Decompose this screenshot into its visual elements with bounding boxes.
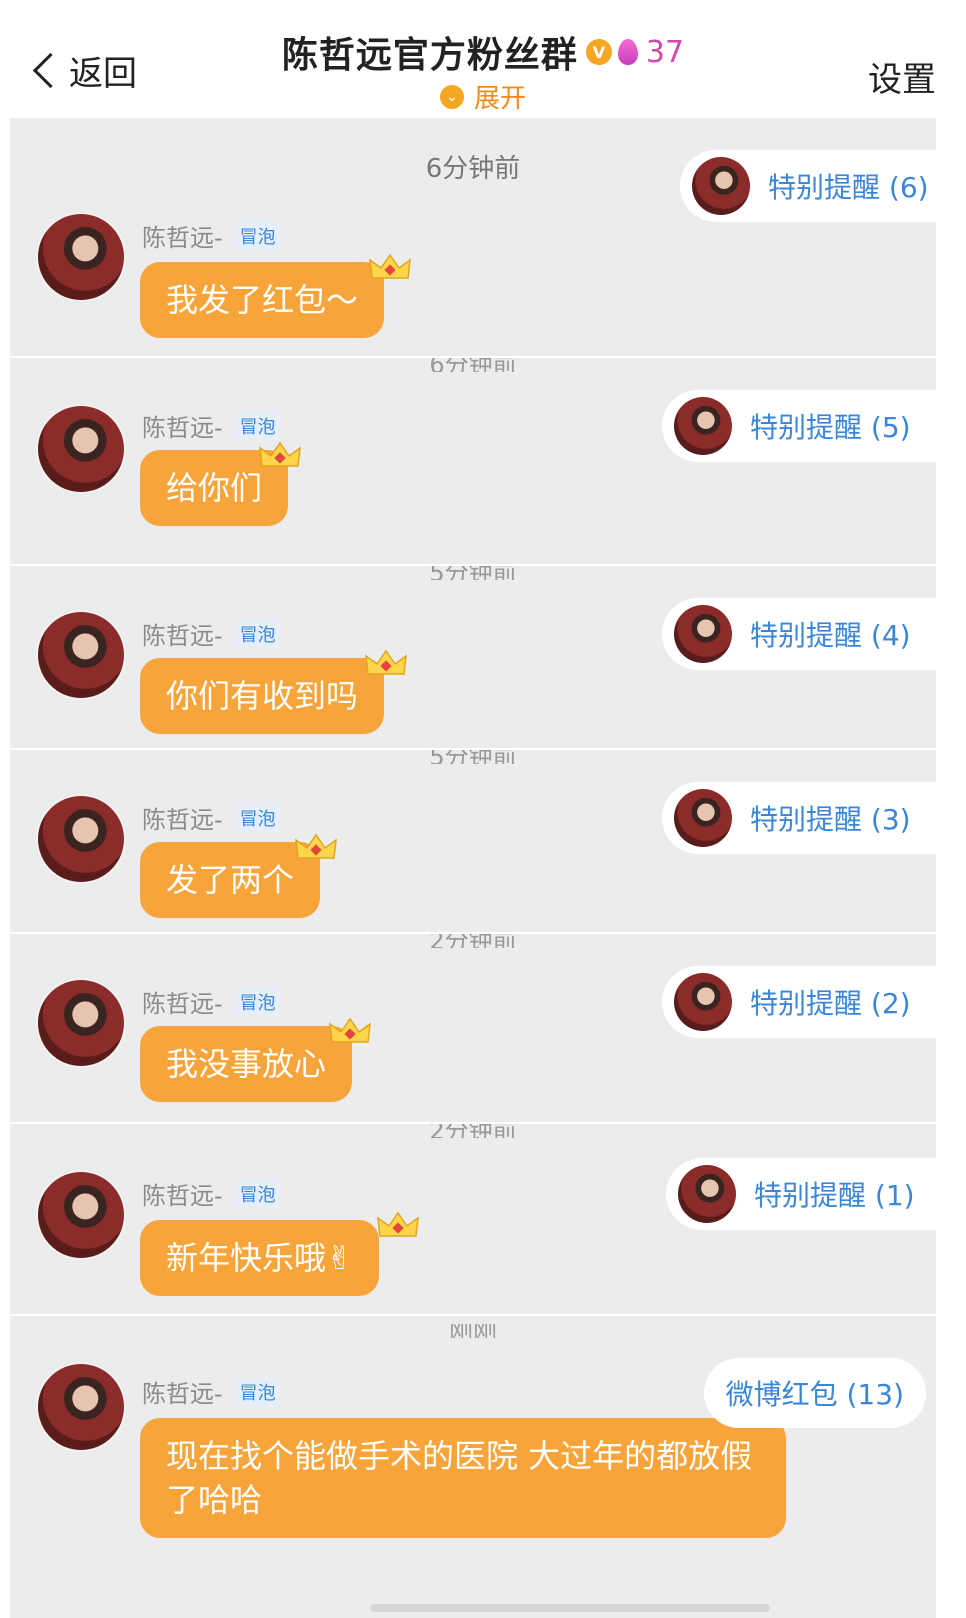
message-bubble[interactable]: 发了两个 xyxy=(140,842,321,918)
sender-label: 陈哲远- xyxy=(142,990,223,1018)
chat-header: 返回 陈哲远官方粉丝群 V 37 ⌄ 展开 设置 xyxy=(0,0,966,118)
weibo-redpack-button[interactable]: 微博红包 (13) xyxy=(703,1358,926,1428)
timestamp: 5分钟前 xyxy=(429,750,517,764)
bubble-tag: 冒泡 xyxy=(234,221,281,250)
flame-icon xyxy=(617,39,638,65)
reminder-avatar xyxy=(692,157,750,215)
bubble-tag: 冒泡 xyxy=(234,619,281,648)
member-count: 37 xyxy=(645,34,685,70)
timestamp: 6分钟前 xyxy=(429,358,517,372)
timestamp: 2分钟前 xyxy=(429,1124,517,1138)
reminder-avatar xyxy=(674,973,732,1031)
chevron-down-icon: ⌄ xyxy=(439,84,464,109)
message-bubble[interactable]: 我发了红包～ xyxy=(140,262,385,338)
avatar[interactable] xyxy=(38,214,124,300)
reminder-label: 特别提醒 (4) xyxy=(750,619,911,652)
sender-name: 陈哲远- 冒泡 xyxy=(142,408,281,443)
message-bubble[interactable]: 你们有收到吗 xyxy=(140,658,385,734)
bubble-tag: 冒泡 xyxy=(234,1377,281,1406)
bubble-tag: 冒泡 xyxy=(234,987,281,1016)
reminder-avatar xyxy=(674,605,732,663)
home-indicator xyxy=(370,1604,770,1612)
sender-label: 陈哲远- xyxy=(142,1182,223,1210)
reminder-avatar xyxy=(674,397,732,455)
avatar[interactable] xyxy=(38,796,124,882)
divider xyxy=(10,1314,936,1316)
verified-badge-icon: V xyxy=(585,39,612,65)
settings-button[interactable]: 设置 xyxy=(868,52,936,101)
crown-icon xyxy=(258,440,302,470)
message-bubble[interactable]: 新年快乐哦✌ xyxy=(140,1220,379,1296)
sender-label: 陈哲远- xyxy=(142,1380,223,1408)
expand-label: 展开 xyxy=(473,84,526,114)
reminder-label: 特别提醒 (1) xyxy=(754,1179,915,1212)
special-reminder-button[interactable]: 特别提醒 (5) xyxy=(662,390,948,462)
special-reminder-button[interactable]: 特别提醒 (2) xyxy=(662,966,948,1038)
special-reminder-button[interactable]: 特别提醒 (6) xyxy=(680,150,948,222)
bubble-tag: 冒泡 xyxy=(234,1179,281,1208)
special-reminder-button[interactable]: 特别提醒 (4) xyxy=(662,598,948,670)
crown-icon xyxy=(294,832,338,862)
avatar[interactable] xyxy=(38,406,124,492)
avatar[interactable] xyxy=(38,1172,124,1258)
sender-name: 陈哲远- 冒泡 xyxy=(142,1176,281,1211)
sender-label: 陈哲远- xyxy=(142,622,223,650)
avatar[interactable] xyxy=(38,980,124,1066)
message-bubble[interactable]: 我没事放心 xyxy=(140,1026,353,1102)
timestamp: 5分钟前 xyxy=(429,566,517,580)
crown-icon xyxy=(368,252,412,282)
sender-name: 陈哲远- 冒泡 xyxy=(142,616,281,651)
crown-icon xyxy=(376,1210,420,1240)
reminder-label: 特别提醒 (5) xyxy=(750,411,911,444)
crown-icon xyxy=(364,648,408,678)
chat-area[interactable]: 6分钟前 陈哲远- 冒泡 我发了红包～ 特别提醒 (6) 6分钟前 陈哲远- 冒… xyxy=(10,118,948,1618)
group-title: 陈哲远官方粉丝群 xyxy=(281,35,578,76)
sender-name: 陈哲远- 冒泡 xyxy=(142,1374,281,1409)
title-row: 陈哲远官方粉丝群 V 37 xyxy=(0,26,966,78)
special-reminder-button[interactable]: 特别提醒 (3) xyxy=(662,782,948,854)
timestamp: 2分钟前 xyxy=(429,934,517,948)
timestamp: 刚刚 xyxy=(449,1324,497,1338)
reminder-label: 特别提醒 (6) xyxy=(768,171,929,204)
reminder-label: 特别提醒 (3) xyxy=(750,803,911,836)
expand-toggle[interactable]: ⌄ 展开 xyxy=(0,78,966,115)
sender-name: 陈哲远- 冒泡 xyxy=(142,800,281,835)
sender-name: 陈哲远- 冒泡 xyxy=(142,984,281,1019)
special-reminder-button[interactable]: 特别提醒 (1) xyxy=(666,1158,948,1230)
sender-label: 陈哲远- xyxy=(142,414,223,442)
reminder-avatar xyxy=(674,789,732,847)
sender-label: 陈哲远- xyxy=(142,806,223,834)
sender-label: 陈哲远- xyxy=(142,224,223,252)
avatar[interactable] xyxy=(38,612,124,698)
bubble-tag: 冒泡 xyxy=(234,803,281,832)
reminder-label: 特别提醒 (2) xyxy=(750,987,911,1020)
avatar[interactable] xyxy=(38,1364,124,1450)
bubble-tag: 冒泡 xyxy=(234,411,281,440)
message-bubble[interactable]: 现在找个能做手术的医院 大过年的都放假了哈哈 xyxy=(140,1418,786,1538)
crown-icon xyxy=(328,1016,372,1046)
reminder-avatar xyxy=(678,1165,736,1223)
sender-name: 陈哲远- 冒泡 xyxy=(142,218,281,253)
